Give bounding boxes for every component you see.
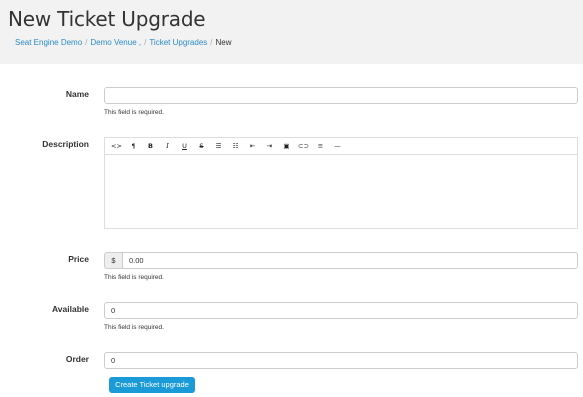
price-input-group: $ 0.00: [104, 252, 578, 269]
breadcrumb-separator: /: [210, 38, 213, 47]
unordered-list-icon[interactable]: ☰: [210, 139, 227, 153]
breadcrumb: Seat Engine Demo / Demo Venue , / Ticket Upg…: [15, 38, 232, 47]
underline-icon[interactable]: U: [176, 139, 193, 153]
horizontal-rule-icon[interactable]: —: [329, 139, 346, 153]
name-input[interactable]: [104, 87, 578, 104]
page-header: New Ticket Upgrade Seat Engine Demo / Demo…: [0, 0, 583, 64]
price-label: Price: [68, 254, 89, 264]
indent-icon[interactable]: ⇥: [261, 139, 278, 153]
breadcrumb-separator: /: [85, 38, 88, 47]
description-label: Description: [42, 139, 89, 149]
name-label: Name: [65, 89, 89, 99]
breadcrumb-current: New: [215, 38, 232, 47]
create-ticket-upgrade-button[interactable]: Create Ticket upgrade: [109, 377, 195, 393]
page-title: New Ticket Upgrade: [8, 7, 206, 31]
bold-icon[interactable]: B: [142, 139, 159, 153]
strikethrough-icon[interactable]: S: [193, 139, 210, 153]
order-label: Order: [65, 354, 89, 364]
italic-icon[interactable]: I: [159, 139, 176, 153]
description-editor: <> ¶ B I U S ☰ ☷ ⇤ ⇥ ▣ ⊂⊃ ≡ —: [104, 137, 578, 229]
link-icon[interactable]: ⊂⊃: [295, 139, 312, 153]
breadcrumb-link-ticket-upgrades[interactable]: Ticket Upgrades: [149, 38, 207, 47]
breadcrumb-link-demo-venue[interactable]: Demo Venue ,: [90, 38, 141, 47]
image-icon[interactable]: ▣: [278, 139, 295, 153]
order-input[interactable]: 0: [104, 352, 578, 369]
price-input[interactable]: 0.00: [122, 252, 578, 269]
breadcrumb-link-seat-engine-demo[interactable]: Seat Engine Demo: [15, 38, 82, 47]
available-input[interactable]: 0: [104, 302, 578, 319]
outdent-icon[interactable]: ⇤: [244, 139, 261, 153]
available-help-text: This field is required.: [104, 324, 164, 331]
align-icon[interactable]: ≡: [312, 139, 329, 153]
paragraph-icon[interactable]: ¶: [125, 139, 142, 153]
description-content-area[interactable]: [105, 155, 577, 228]
price-help-text: This field is required.: [104, 274, 164, 281]
currency-prefix: $: [104, 252, 122, 269]
available-label: Available: [51, 304, 89, 314]
code-icon[interactable]: <>: [108, 139, 125, 153]
ordered-list-icon[interactable]: ☷: [227, 139, 244, 153]
editor-toolbar: <> ¶ B I U S ☰ ☷ ⇤ ⇥ ▣ ⊂⊃ ≡ —: [105, 138, 577, 155]
breadcrumb-separator: /: [144, 38, 147, 47]
name-help-text: This field is required.: [104, 109, 164, 116]
